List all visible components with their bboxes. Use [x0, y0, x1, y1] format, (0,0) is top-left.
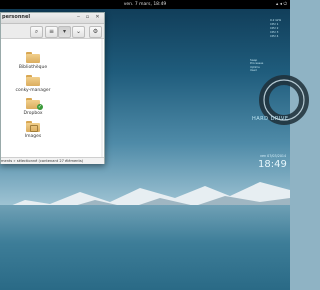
power-icon[interactable]: ⏻: [283, 2, 287, 7]
folder-icon: [26, 75, 40, 86]
panel-clock[interactable]: ven. 7 mars, 18:49: [124, 0, 167, 9]
close-icon[interactable]: ✕: [94, 14, 101, 20]
menu-button[interactable]: ⌄: [72, 26, 85, 38]
sync-check-icon: ✓: [37, 104, 43, 110]
chevron-down-icon: ▾: [62, 28, 66, 35]
file-label: conky-manager: [15, 88, 51, 93]
system-tray: ▴ ◂ ⏻: [276, 0, 287, 9]
file-grid: Bibliothèque conky-manager ✓ Dropbox Ima…: [1, 39, 104, 157]
conky-widget: 0.2 GHz CPU 1 CPU 2 CPU 3 CPU 4 Swap Pro…: [236, 18, 309, 170]
file-item-conky-manager[interactable]: conky-manager: [3, 75, 63, 93]
toolbar: ⌕ ≡ ▾ ⌄ ⚙: [1, 24, 104, 39]
folder-images-icon: [26, 121, 40, 132]
window-titlebar[interactable]: personnel ‒ ▫ ✕: [1, 13, 104, 24]
folder-icon: [26, 52, 40, 63]
settings-button[interactable]: ⚙: [89, 26, 102, 38]
cpu-stats: 0.2 GHz CPU 1 CPU 2 CPU 3 CPU 4: [270, 18, 281, 38]
file-label: Bibliothèque: [18, 65, 48, 70]
file-item-images[interactable]: Images: [3, 121, 63, 139]
file-item-dropbox[interactable]: ✓ Dropbox: [3, 98, 63, 116]
list-icon: ≡: [48, 28, 55, 35]
conky-time: 18:49: [258, 159, 287, 170]
search-icon: ⌕: [34, 28, 39, 35]
folder-dropbox-icon: ✓: [26, 98, 43, 110]
network-icon[interactable]: ▴: [276, 2, 278, 7]
scrollbar[interactable]: [101, 39, 103, 157]
file-label: Dropbox: [23, 111, 43, 116]
conky-date: ven 07/03/2014: [260, 154, 287, 158]
file-label: Images: [24, 134, 42, 139]
gear-icon: ⚙: [92, 28, 99, 35]
volume-icon[interactable]: ◂: [280, 2, 282, 7]
list-view-button[interactable]: ≡: [45, 26, 58, 38]
window-title: personnel: [2, 14, 31, 20]
top-panel: ven. 7 mars, 18:49 ▴ ◂ ⏻: [0, 0, 290, 9]
status-bar: ments » sélectionné (contenant 27 élémen…: [1, 157, 104, 164]
file-manager-window: personnel ‒ ▫ ✕ ⌕ ≡ ▾ ⌄ ⚙ Bibliothèque c…: [0, 12, 105, 164]
file-item-bibliotheque[interactable]: Bibliothèque: [3, 52, 63, 70]
menu-icon: ⌄: [75, 28, 82, 35]
sea: [0, 205, 290, 290]
maximize-icon[interactable]: ▫: [84, 14, 91, 20]
cpu-stat: CPU 4: [270, 34, 279, 38]
hard-drive-label: HARD DRIVE: [252, 116, 289, 122]
minimize-icon[interactable]: ‒: [75, 14, 82, 20]
search-button[interactable]: ⌕: [30, 26, 43, 38]
view-options-button[interactable]: ▾: [58, 26, 71, 38]
